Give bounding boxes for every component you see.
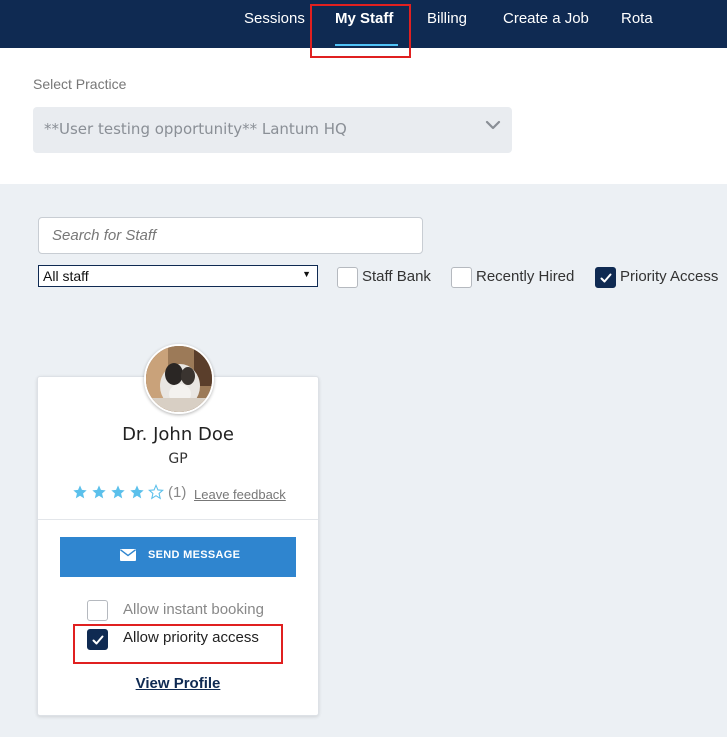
staff-bank-checkbox[interactable] xyxy=(337,267,358,288)
card-divider xyxy=(38,519,318,520)
select-practice-label: Select Practice xyxy=(33,76,127,92)
highlight-box-priority-access xyxy=(73,624,283,664)
send-message-button[interactable]: SEND MESSAGE xyxy=(60,537,296,577)
star-filled-icon xyxy=(92,485,106,499)
nav-sessions[interactable]: Sessions xyxy=(244,0,305,48)
nav-billing[interactable]: Billing xyxy=(427,0,467,48)
recently-hired-label: Recently Hired xyxy=(476,268,575,285)
nav-create-a-job[interactable]: Create a Job xyxy=(503,0,589,48)
staff-name: Dr. John Doe xyxy=(122,424,234,445)
star-filled-icon xyxy=(111,485,125,499)
select-arrow-icon: ▼ xyxy=(302,269,311,279)
chevron-down-icon xyxy=(485,120,501,130)
staff-filter-value: All staff xyxy=(43,268,89,284)
leave-feedback-link[interactable]: Leave feedback xyxy=(194,487,286,502)
highlight-box-my-staff xyxy=(310,4,411,58)
practice-select[interactable]: **User testing opportunity** Lantum HQ xyxy=(33,107,512,153)
staff-bank-label: Staff Bank xyxy=(362,268,431,285)
priority-access-label: Priority Access xyxy=(620,268,719,285)
send-message-label: SEND MESSAGE xyxy=(148,549,241,561)
allow-instant-booking-checkbox[interactable] xyxy=(87,600,108,621)
priority-access-checkbox[interactable] xyxy=(595,267,616,288)
checkmark-icon xyxy=(600,273,612,283)
star-filled-icon xyxy=(73,485,87,499)
search-staff-input[interactable]: Search for Staff xyxy=(38,217,423,254)
view-profile-link[interactable]: View Profile xyxy=(37,675,319,692)
allow-instant-booking-label: Allow instant booking xyxy=(123,601,264,618)
review-count: (1) xyxy=(168,484,187,501)
avatar-photo xyxy=(146,346,212,412)
recently-hired-checkbox[interactable] xyxy=(451,267,472,288)
nav-rota[interactable]: Rota xyxy=(621,0,653,48)
star-filled-icon xyxy=(130,485,144,499)
avatar xyxy=(144,344,214,414)
staff-filter-select[interactable]: All staff ▼ xyxy=(38,265,318,287)
star-empty-icon xyxy=(148,484,164,500)
staff-role: GP xyxy=(168,451,188,467)
practice-select-value: **User testing opportunity** Lantum HQ xyxy=(44,120,347,138)
envelope-icon xyxy=(120,549,136,561)
search-placeholder: Search for Staff xyxy=(52,227,157,244)
